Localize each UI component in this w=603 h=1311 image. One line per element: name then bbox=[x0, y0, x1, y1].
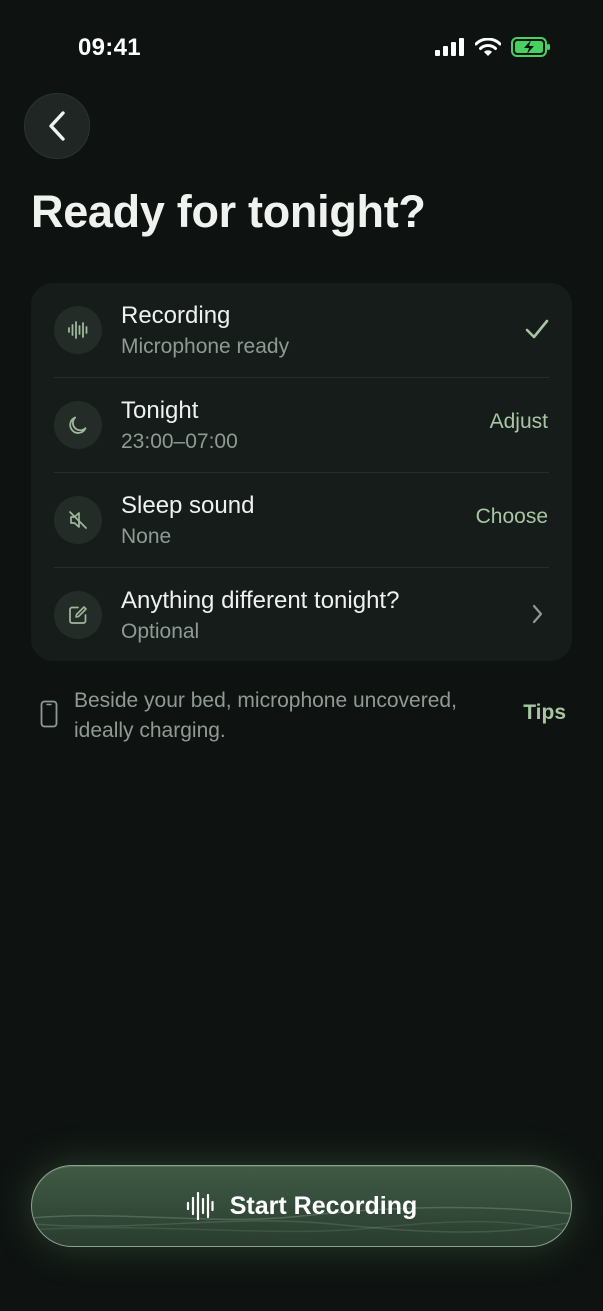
chevron-left-icon bbox=[49, 111, 65, 141]
row-sleep-sound[interactable]: Sleep sound None Choose bbox=[31, 473, 572, 568]
start-recording-button[interactable]: Start Recording bbox=[31, 1165, 572, 1247]
choose-button[interactable]: Choose bbox=[476, 505, 548, 529]
status-time: 09:41 bbox=[78, 34, 141, 61]
checkmark-icon bbox=[524, 316, 550, 342]
row-title: Sleep sound bbox=[121, 492, 255, 519]
speaker-muted-icon bbox=[54, 496, 102, 544]
battery-icon bbox=[511, 37, 550, 57]
row-recording[interactable]: Recording Microphone ready bbox=[31, 283, 572, 378]
back-button[interactable] bbox=[24, 93, 90, 159]
waveform-icon bbox=[54, 306, 102, 354]
start-recording-label: Start Recording bbox=[229, 1191, 418, 1220]
row-subtitle: 23:00–07:00 bbox=[121, 430, 238, 453]
row-title: Anything different tonight? bbox=[121, 587, 400, 614]
hint-text: Beside your bed, microphone uncovered, i… bbox=[74, 689, 457, 742]
adjust-button[interactable]: Adjust bbox=[490, 410, 548, 434]
tips-link[interactable]: Tips bbox=[523, 701, 566, 725]
checklist-card: Recording Microphone ready Tonight 23:00… bbox=[31, 283, 572, 661]
status-bar: 09:41 bbox=[0, 0, 603, 96]
row-subtitle: Microphone ready bbox=[121, 335, 290, 358]
row-tonight[interactable]: Tonight 23:00–07:00 Adjust bbox=[31, 378, 572, 473]
row-title: Recording bbox=[121, 302, 231, 329]
row-title: Tonight bbox=[121, 397, 199, 424]
row-anything-different[interactable]: Anything different tonight? Optional bbox=[31, 568, 572, 661]
row-subtitle: Optional bbox=[121, 620, 200, 643]
phone-icon bbox=[40, 700, 58, 728]
moon-icon bbox=[54, 401, 102, 449]
waveform-icon bbox=[186, 1191, 214, 1221]
signal-icon bbox=[435, 38, 464, 56]
edit-note-icon bbox=[54, 591, 102, 639]
page-title: Ready for tonight? bbox=[31, 186, 426, 237]
wifi-icon bbox=[475, 37, 501, 56]
chevron-right-icon bbox=[524, 601, 550, 627]
row-subtitle: None bbox=[121, 525, 172, 548]
status-icons bbox=[435, 37, 551, 57]
